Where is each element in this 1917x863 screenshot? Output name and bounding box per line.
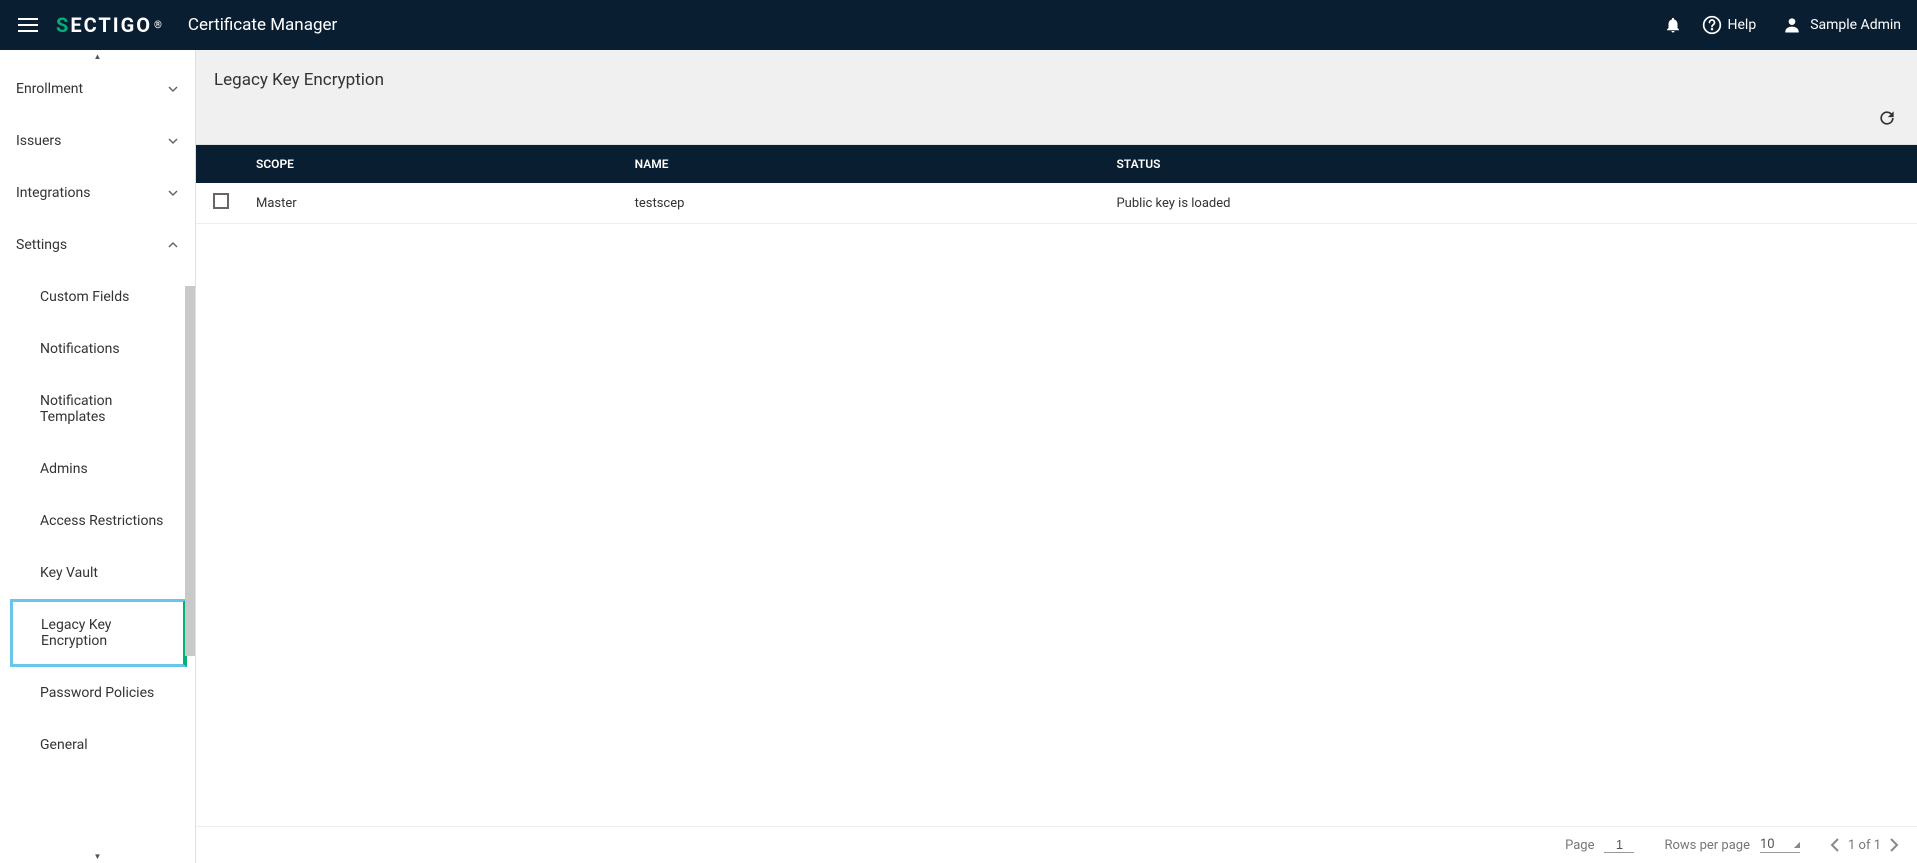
chevron-up-icon [167, 239, 179, 251]
cell-scope: Master [246, 183, 625, 224]
user-name-label: Sample Admin [1810, 17, 1901, 33]
sidebar-scrollbar[interactable] [185, 286, 195, 656]
sidebar-scroll-down[interactable]: ▼ [0, 850, 195, 863]
chevron-down-icon [167, 135, 179, 147]
app-title: Certificate Manager [188, 15, 337, 35]
sidebar-item-admins[interactable]: Admins [0, 443, 195, 495]
sidebar-item-settings[interactable]: Settings [0, 219, 195, 271]
sidebar-item-custom-fields[interactable]: Custom Fields [0, 271, 195, 323]
sidebar-item-issuers[interactable]: Issuers [0, 115, 195, 167]
refresh-icon [1877, 108, 1897, 128]
help-label: Help [1728, 17, 1757, 33]
chevron-down-icon [167, 187, 179, 199]
menu-toggle-button[interactable] [16, 13, 40, 37]
sidebar-item-key-vault[interactable]: Key Vault [0, 547, 195, 599]
rows-per-page-select[interactable]: 10 ◢ [1760, 837, 1800, 853]
table-header-row: SCOPE NAME STATUS [196, 145, 1917, 183]
sidebar-item-password-policies[interactable]: Password Policies [0, 667, 195, 719]
pagination: Page Rows per page 10 ◢ 1 of 1 [196, 826, 1917, 863]
table-header-checkbox [196, 145, 246, 183]
page-label: Page [1565, 838, 1594, 853]
sidebar-item-notifications[interactable]: Notifications [0, 323, 195, 375]
hamburger-icon [18, 18, 38, 32]
help-button[interactable]: Help [1702, 15, 1757, 35]
sidebar-item-notification-templates[interactable]: Notification Templates [0, 375, 195, 443]
chevron-left-icon [1830, 838, 1840, 852]
user-menu-button[interactable]: Sample Admin [1782, 15, 1901, 35]
table-header-scope[interactable]: SCOPE [246, 145, 625, 183]
sidebar-scroll-up[interactable]: ▲ [0, 50, 195, 63]
settings-children: Custom Fields Notifications Notification… [0, 271, 195, 771]
page-input[interactable] [1604, 837, 1634, 853]
row-checkbox[interactable] [213, 193, 229, 209]
cell-status: Public key is loaded [1106, 183, 1917, 224]
topbar: SECTIGO® Certificate Manager Help Sample… [0, 0, 1917, 50]
data-table: SCOPE NAME STATUS Master testscep Public… [196, 145, 1917, 224]
table-header-name[interactable]: NAME [625, 145, 1107, 183]
rows-per-page-value: 10 [1760, 837, 1775, 852]
sidebar-item-enrollment[interactable]: Enrollment [0, 63, 195, 115]
sidebar-item-legacy-key-encryption[interactable]: Legacy Key Encryption [10, 599, 187, 667]
sidebar-item-integrations[interactable]: Integrations [0, 167, 195, 219]
main-content: Legacy Key Encryption SCOPE NAME STATUS [196, 50, 1917, 863]
next-page-button[interactable] [1889, 838, 1899, 852]
chevron-right-icon [1889, 838, 1899, 852]
help-icon [1702, 15, 1722, 35]
prev-page-button[interactable] [1830, 838, 1840, 852]
page-title: Legacy Key Encryption [196, 50, 1917, 100]
bell-icon [1664, 16, 1682, 34]
brand-logo: SECTIGO® [56, 13, 164, 37]
sidebar-item-access-restrictions[interactable]: Access Restrictions [0, 495, 195, 547]
chevron-down-icon [167, 83, 179, 95]
sidebar-item-label: Issuers [16, 133, 61, 149]
sidebar-item-general[interactable]: General [0, 719, 195, 771]
table-header-status[interactable]: STATUS [1106, 145, 1917, 183]
page-range-text: 1 of 1 [1848, 838, 1881, 853]
table-row[interactable]: Master testscep Public key is loaded [196, 183, 1917, 224]
sidebar: ▲ Enrollment Issuers Integrations Settin… [0, 50, 196, 863]
cell-name: testscep [625, 183, 1107, 224]
sidebar-item-label: Settings [16, 237, 67, 253]
user-icon [1782, 15, 1802, 35]
rows-per-page-label: Rows per page [1664, 838, 1750, 853]
refresh-button[interactable] [1877, 108, 1899, 130]
sidebar-item-label: Integrations [16, 185, 90, 201]
dropdown-triangle-icon: ◢ [1794, 840, 1800, 849]
notifications-button[interactable] [1662, 14, 1684, 36]
sidebar-item-label: Enrollment [16, 81, 83, 97]
